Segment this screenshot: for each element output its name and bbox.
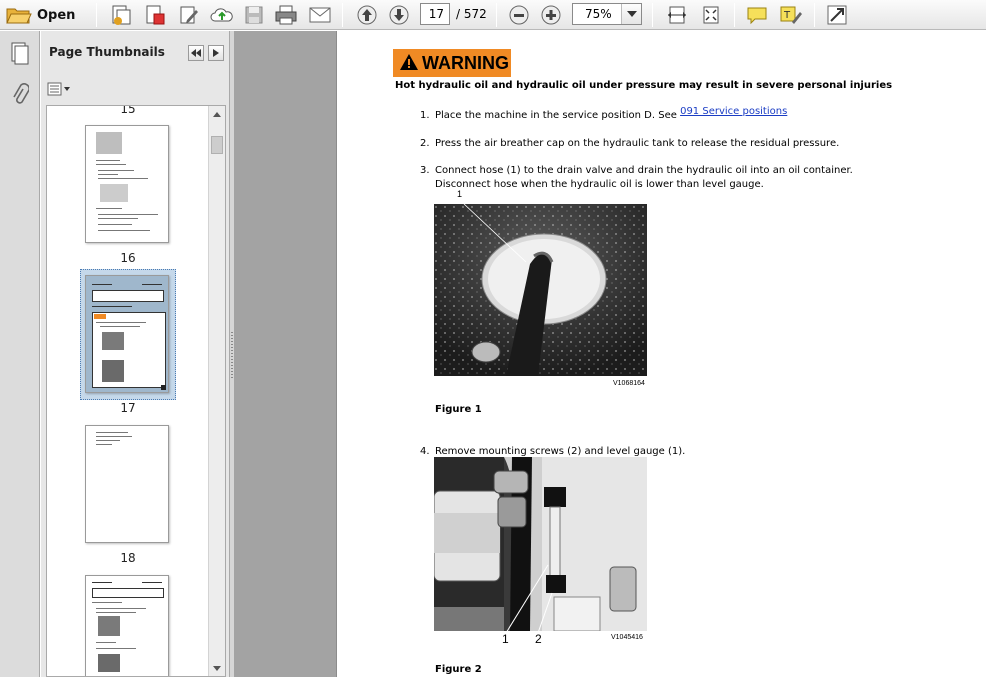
scroll-up-icon[interactable]: [209, 106, 225, 122]
panel-title: Page Thumbnails: [49, 45, 165, 59]
zoom-value: 75%: [585, 7, 612, 21]
thumbnail-page-number: 18: [120, 551, 136, 565]
thumbnail-page-16[interactable]: [85, 125, 169, 243]
service-positions-link[interactable]: 091 Service positions: [680, 106, 787, 117]
email-button[interactable]: [306, 3, 334, 27]
chevron-right-icon: [213, 47, 219, 60]
folder-icon: [6, 5, 32, 25]
figure2-callout-2: 2: [535, 632, 542, 646]
fit-width-icon: [666, 4, 688, 26]
toolbar-separator: [342, 3, 343, 27]
figure2-caption: Figure 2: [435, 664, 482, 675]
thumbnail-page-number: 17: [120, 401, 136, 415]
printer-icon: [274, 4, 298, 26]
options-list-icon: [47, 82, 71, 99]
attachments-tab[interactable]: [8, 82, 32, 110]
fit-width-button[interactable]: [664, 3, 690, 27]
zoom-select[interactable]: 75%: [572, 3, 642, 25]
page-number-input[interactable]: 17: [420, 3, 450, 25]
thumbnails-scrollbar[interactable]: [208, 106, 225, 676]
plus-circle-icon: [540, 4, 562, 26]
arrow-up-circle-icon: [356, 4, 378, 26]
chevron-down-icon[interactable]: [621, 4, 641, 24]
thumbnail-page-17[interactable]: [85, 275, 169, 393]
previous-page-button[interactable]: [354, 3, 380, 27]
figure2-code: V1045416: [611, 634, 643, 641]
toolbar: Open 17 / 572 75% T: [0, 0, 986, 30]
double-chevron-left-icon: [191, 47, 201, 60]
thumbnail-page-19[interactable]: [85, 575, 169, 676]
pencil-page-icon: [178, 4, 200, 26]
speech-bubble-icon: [746, 5, 768, 25]
fit-page-icon: [700, 4, 722, 26]
figure1-caption: Figure 1: [435, 404, 482, 415]
minus-circle-icon: [508, 4, 530, 26]
scroll-down-icon[interactable]: [209, 660, 225, 676]
panel-header: Page Thumbnails: [41, 31, 230, 75]
thumbnails-list: 15 16 17 18: [46, 105, 226, 677]
toolbar-separator: [496, 3, 497, 27]
collapse-panel-button[interactable]: [188, 45, 204, 61]
zoom-out-button[interactable]: [506, 3, 532, 27]
figure2-image: [434, 457, 647, 631]
scrollbar-thumb[interactable]: [211, 136, 223, 154]
warning-banner: WARNING: [393, 49, 511, 77]
next-page-button[interactable]: [386, 3, 412, 27]
cloud-upload-icon: [210, 5, 234, 25]
expand-arrows-icon: [826, 4, 848, 26]
toolbar-separator: [814, 3, 815, 27]
floppy-disk-icon: [244, 5, 264, 25]
edit-pdf-button[interactable]: [176, 3, 202, 27]
thumbnail-page-18[interactable]: [85, 425, 169, 543]
thumbnails-panel: Page Thumbnails 15 16 17 18: [41, 31, 230, 677]
open-button[interactable]: Open: [6, 3, 80, 27]
splitter-grip[interactable]: [231, 332, 233, 380]
zoom-in-button[interactable]: [538, 3, 564, 27]
export-pdf-icon: [144, 4, 166, 26]
thumbnail-page-number: 15: [120, 105, 136, 116]
svg-text:T: T: [783, 10, 791, 21]
warning-triangle-icon: [399, 53, 419, 74]
highlighter-icon: T: [778, 4, 802, 26]
save-button[interactable]: [242, 3, 266, 27]
pages-icon: [10, 41, 30, 68]
expand-panel-button[interactable]: [208, 45, 224, 61]
page-total: / 572: [456, 7, 487, 21]
fit-page-button[interactable]: [698, 3, 724, 27]
hazard-text: Hot hydraulic oil and hydraulic oil unde…: [395, 80, 893, 91]
arrow-down-circle-icon: [388, 4, 410, 26]
upload-button[interactable]: [208, 3, 236, 27]
figure1-image: [434, 204, 647, 376]
page-thumbnails-tab[interactable]: [8, 41, 32, 67]
comment-button[interactable]: [744, 3, 770, 27]
highlight-button[interactable]: T: [776, 3, 804, 27]
toolbar-separator: [734, 3, 735, 27]
thumbnail-page-number: 16: [120, 251, 136, 265]
export-pdf-button[interactable]: [142, 3, 168, 27]
print-button[interactable]: [272, 3, 300, 27]
warning-label: WARNING: [422, 52, 509, 73]
navigation-rail: [0, 31, 40, 677]
figure1-callout: 1: [457, 189, 463, 199]
toolbar-separator: [96, 3, 97, 27]
envelope-icon: [308, 6, 332, 24]
create-pdf-icon: [110, 4, 132, 26]
expand-button[interactable]: [824, 3, 850, 27]
figure2-callout-1: 1: [502, 632, 509, 646]
toolbar-separator: [652, 3, 653, 27]
create-pdf-button[interactable]: [108, 3, 134, 27]
thumbnail-options-button[interactable]: [47, 81, 71, 99]
figure1-code: V1068164: [613, 380, 645, 387]
paperclip-icon: [11, 82, 30, 110]
